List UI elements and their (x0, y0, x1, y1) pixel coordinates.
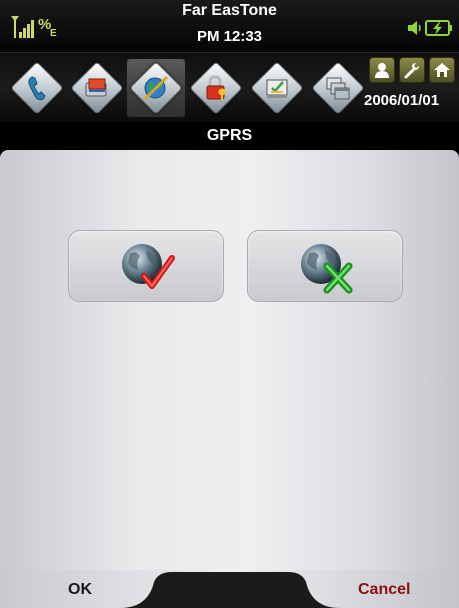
lock-key-icon (206, 75, 226, 100)
window-stack-icon (326, 77, 350, 100)
app-icon-security[interactable] (187, 59, 245, 117)
content-panel (0, 150, 459, 570)
page-title: GPRS (206, 127, 253, 144)
quick-button-user[interactable] (369, 57, 395, 83)
ok-softkey[interactable]: OK (68, 581, 92, 599)
app-icon-card-reader[interactable] (68, 59, 126, 117)
speaker-icon[interactable] (407, 20, 423, 36)
card-reader-icon (85, 78, 107, 97)
wrench-icon (404, 63, 419, 79)
app-icon-tasks[interactable] (248, 59, 306, 117)
status-bar: % E Far EasTone PM 12:33 (0, 0, 459, 52)
gprs-disconnect-button[interactable] (247, 230, 403, 302)
gprs-connect-button[interactable] (68, 230, 224, 302)
quick-button-settings[interactable] (399, 57, 425, 83)
phone-handset-icon (28, 76, 46, 101)
quick-button-home[interactable] (429, 57, 455, 83)
home-icon (434, 63, 450, 77)
globe-check-icon (122, 244, 175, 289)
user-icon (375, 63, 389, 78)
app-icon-windows[interactable] (309, 59, 367, 117)
battery-charging-icon (425, 20, 452, 36)
title-bar: GPRS (0, 122, 459, 150)
carrier-name: Far EasTone (182, 2, 277, 19)
cancel-softkey[interactable]: Cancel (358, 581, 410, 599)
globe-x-icon (301, 244, 353, 294)
checklist-icon (266, 79, 288, 98)
app-launcher-bar: 2006/01/01 (0, 52, 459, 122)
app-icon-network[interactable] (127, 59, 185, 117)
app-icon-phone[interactable] (8, 59, 66, 117)
date-display: 2006/01/01 (364, 92, 440, 109)
clock: PM 12:33 (196, 28, 263, 45)
globe-network-icon (143, 75, 169, 101)
softkey-bar: OK Cancel (0, 570, 459, 608)
softkey-center-notch (120, 572, 340, 608)
